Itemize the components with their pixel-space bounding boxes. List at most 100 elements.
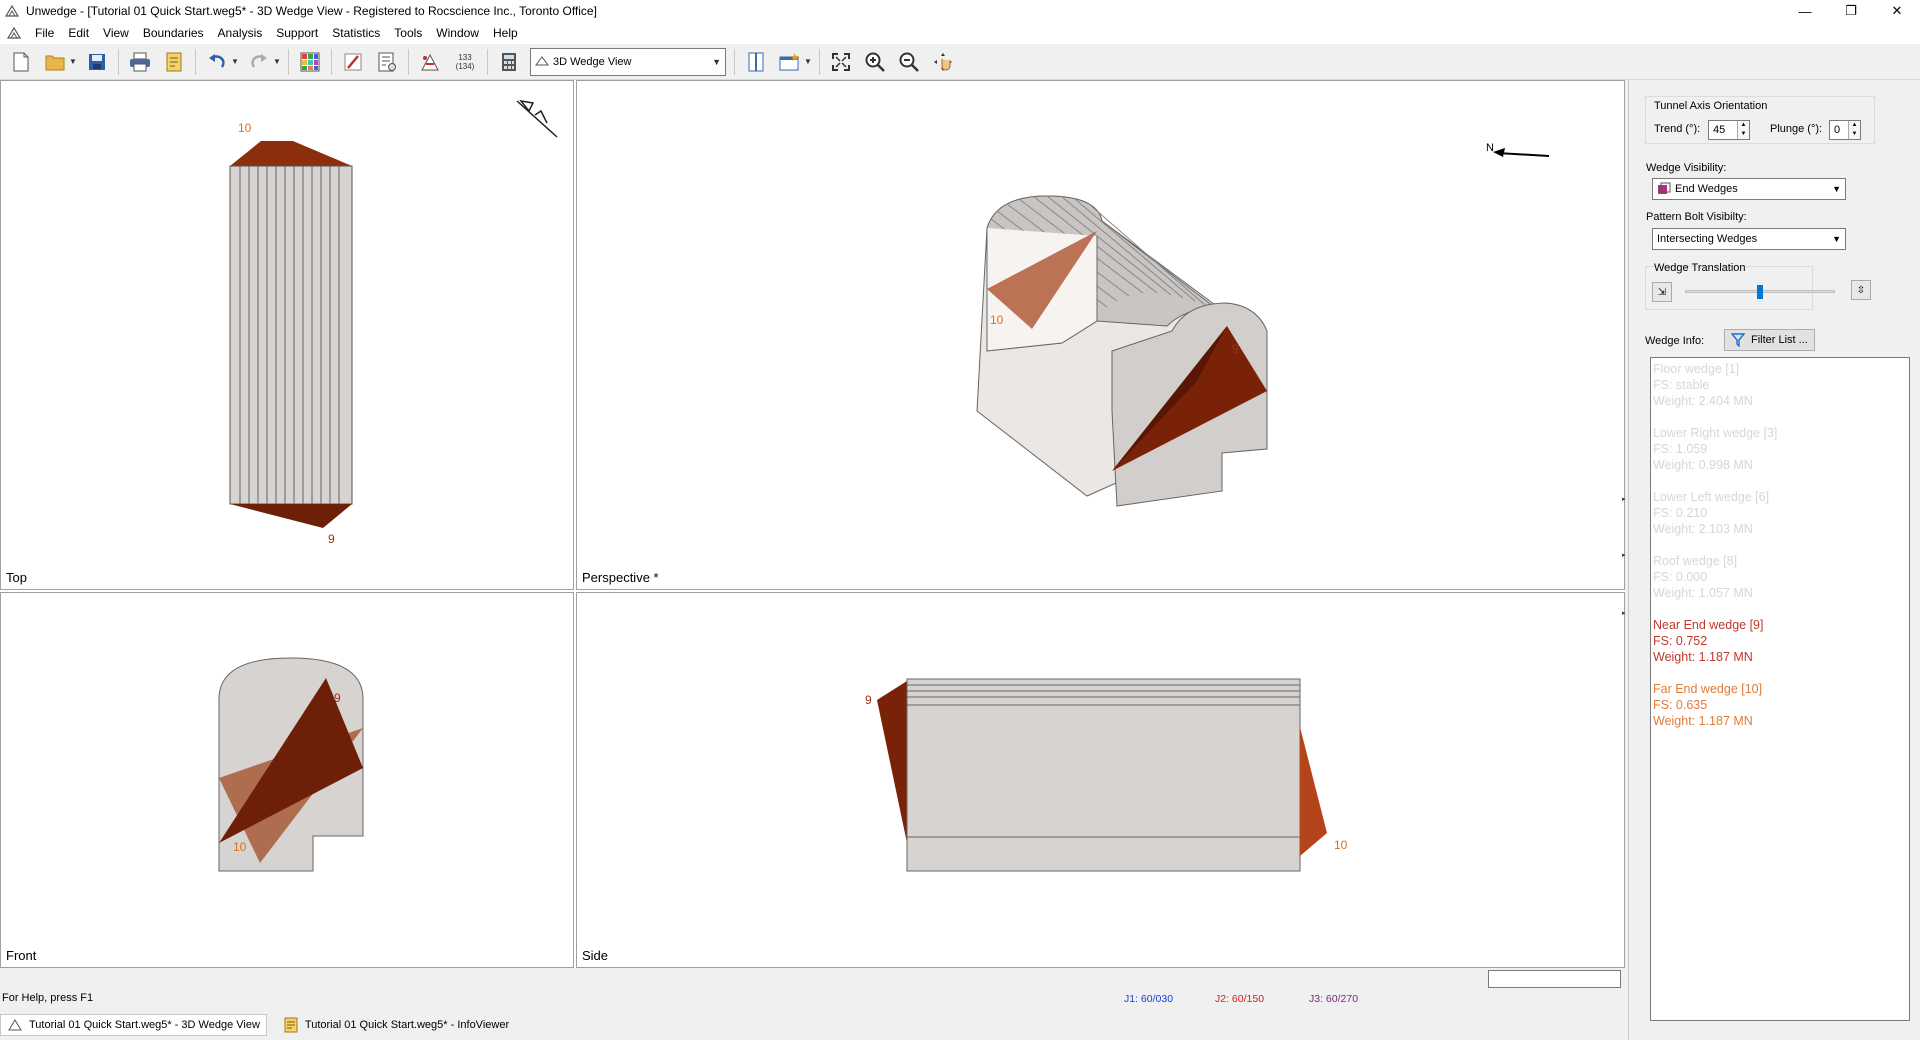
info-viewer-button[interactable] [742,48,770,76]
settings-sheet-icon [378,52,396,71]
menu-statistics[interactable]: Statistics [325,26,387,40]
wedge-translation-title: Wedge Translation [1654,262,1746,274]
print-preview-button[interactable] [160,48,188,76]
tab-3d-wedge-view[interactable]: Tutorial 01 Quick Start.weg5* - 3D Wedge… [0,1014,267,1036]
zoom-out-button[interactable] [895,48,923,76]
minimize-button[interactable]: — [1782,0,1828,22]
perspective-drawing: 10 9 N [976,142,1550,507]
menu-window[interactable]: Window [429,26,486,40]
tunnel-plan [229,165,353,505]
wedge-fs: FS: 0.752 [1653,634,1708,648]
restore-button[interactable]: ❐ [1828,0,1874,22]
wedge-info-entry: Near End wedge [9] FS: 0.752 Weight: 1.1… [1653,617,1907,665]
display-options-button[interactable] [776,48,804,76]
perspective-view-label: Perspective * [582,570,659,585]
compute-icon [421,53,439,70]
menu-edit[interactable]: Edit [61,26,96,40]
translation-reset-button[interactable]: ⇲ [1652,282,1672,302]
project-settings-button[interactable] [373,48,401,76]
wedge-name: Floor wedge [1] [1653,362,1740,376]
wedge-visibility-value: End Wedges [1675,183,1738,195]
filter-list-label: Filter List ... [1751,334,1808,346]
report-icon [284,1017,298,1033]
compute-button[interactable] [416,48,444,76]
report-icon [166,52,182,71]
menu-tools[interactable]: Tools [387,26,429,40]
plunge-input[interactable]: 0 ▲ ▼ [1829,120,1861,140]
display-options-dropdown-arrow[interactable]: ▼ [804,57,812,66]
toolbar-separator [195,48,196,75]
open-dropdown-arrow[interactable]: ▼ [69,57,77,66]
wedge-weight: Weight: 1.057 MN [1653,586,1753,600]
menu-analysis[interactable]: Analysis [211,26,270,40]
side-view[interactable]: 9 10 Side [576,592,1625,968]
tab-label: Tutorial 01 Quick Start.weg5* - InfoView… [304,1019,510,1031]
wedge-visibility-label: Wedge Visibility: [1646,162,1727,174]
menu-help[interactable]: Help [486,26,525,40]
filter-icon [1731,333,1745,347]
toolbar-separator [734,48,735,75]
pattern-bolt-select[interactable]: Intersecting Wedges ▼ [1652,228,1846,250]
trend-spin-arrows[interactable]: ▲ ▼ [1737,121,1749,139]
menu-bar: File Edit View Boundaries Analysis Suppo… [0,22,1920,62]
combinations-button[interactable]: 133 (134) [450,48,480,76]
wedge-info-entry: Floor wedge [1] FS: stable Weight: 2.404… [1653,361,1907,409]
open-file-button[interactable] [41,48,69,76]
translation-slider-thumb[interactable] [1757,285,1763,299]
status-bar: For Help, press F1 J1: 60/030 J2: 60/150… [0,988,1625,1008]
window-title: Unwedge - [Tutorial 01 Quick Start.weg5*… [26,4,597,18]
combinations-total: (134) [455,61,475,71]
zoom-in-icon [865,52,885,72]
menu-view[interactable]: View [96,26,136,40]
undo-dropdown-arrow[interactable]: ▼ [231,57,239,66]
input-data-button[interactable] [296,48,324,76]
filter-list-button[interactable]: Filter List ... [1724,329,1815,351]
zoom-all-button[interactable] [827,48,855,76]
document-icon[interactable] [6,25,22,41]
front-view-drawing: 9 10 [218,657,364,872]
edit-joint-button[interactable] [339,48,367,76]
menu-support[interactable]: Support [269,26,325,40]
view-select[interactable]: 3D Wedge View ▼ [530,47,726,76]
top-view[interactable]: 10 9 Top [0,80,574,590]
new-file-button[interactable] [7,48,35,76]
3d-view-icon [8,1019,22,1031]
wedge-weight: Weight: 1.187 MN [1653,650,1753,664]
wedge-info-entry: Roof wedge [8] FS: 0.000 Weight: 1.057 M… [1653,553,1907,601]
undo-button[interactable] [203,48,231,76]
document-tabs: Tutorial 01 Quick Start.weg5* - 3D Wedge… [0,1013,1625,1037]
trend-input[interactable]: 45 ▲ ▼ [1708,120,1750,140]
translation-animate-button[interactable]: ⇳ [1851,280,1871,300]
calculator-icon [502,52,516,71]
wedge-name: Far End wedge [10] [1653,682,1763,696]
pan-button[interactable] [929,48,957,76]
animate-icon: ⇳ [1856,284,1866,296]
close-button[interactable]: ✕ [1874,0,1920,22]
wedge-visibility-select[interactable]: End Wedges ▼ [1652,178,1846,200]
menu-boundaries[interactable]: Boundaries [136,26,211,40]
menu-file[interactable]: File [28,26,61,40]
front-view[interactable]: 9 10 Front [0,592,574,968]
joint-set-2: J2: 60/150 [1215,993,1265,1005]
status-progress-field [1488,970,1621,988]
top-view-label: Top [6,570,27,585]
save-button[interactable] [83,48,111,76]
redo-dropdown-arrow[interactable]: ▼ [273,57,281,66]
far-end-wedge [1300,727,1327,856]
wedge-label-10: 10 [238,121,252,135]
wedge-weight: Weight: 2.404 MN [1653,394,1753,408]
top-view-drawing: 10 9 [229,99,558,546]
plunge-spin-arrows[interactable]: ▲ ▼ [1848,121,1860,139]
tab-info-viewer[interactable]: Tutorial 01 Quick Start.weg5* - InfoView… [277,1014,515,1036]
wedge-label-9: 9 [865,693,872,707]
print-button[interactable] [126,48,154,76]
title-bar: Unwedge - [Tutorial 01 Quick Start.weg5*… [0,0,1920,22]
redo-button[interactable] [245,48,273,76]
calculator-button[interactable] [495,48,523,76]
wedge-label-9: 9 [328,532,335,546]
pattern-bolt-label: Pattern Bolt Visibilty: [1646,211,1747,223]
zoom-in-button[interactable] [861,48,889,76]
perspective-view[interactable]: 10 9 N Perspective * [576,80,1625,590]
toolbar: ▼ ▼ ▼ 133 (134) 3D Wedge View ▼ ▼ [0,44,1920,80]
wedge-label-9: 9 [1232,342,1239,356]
